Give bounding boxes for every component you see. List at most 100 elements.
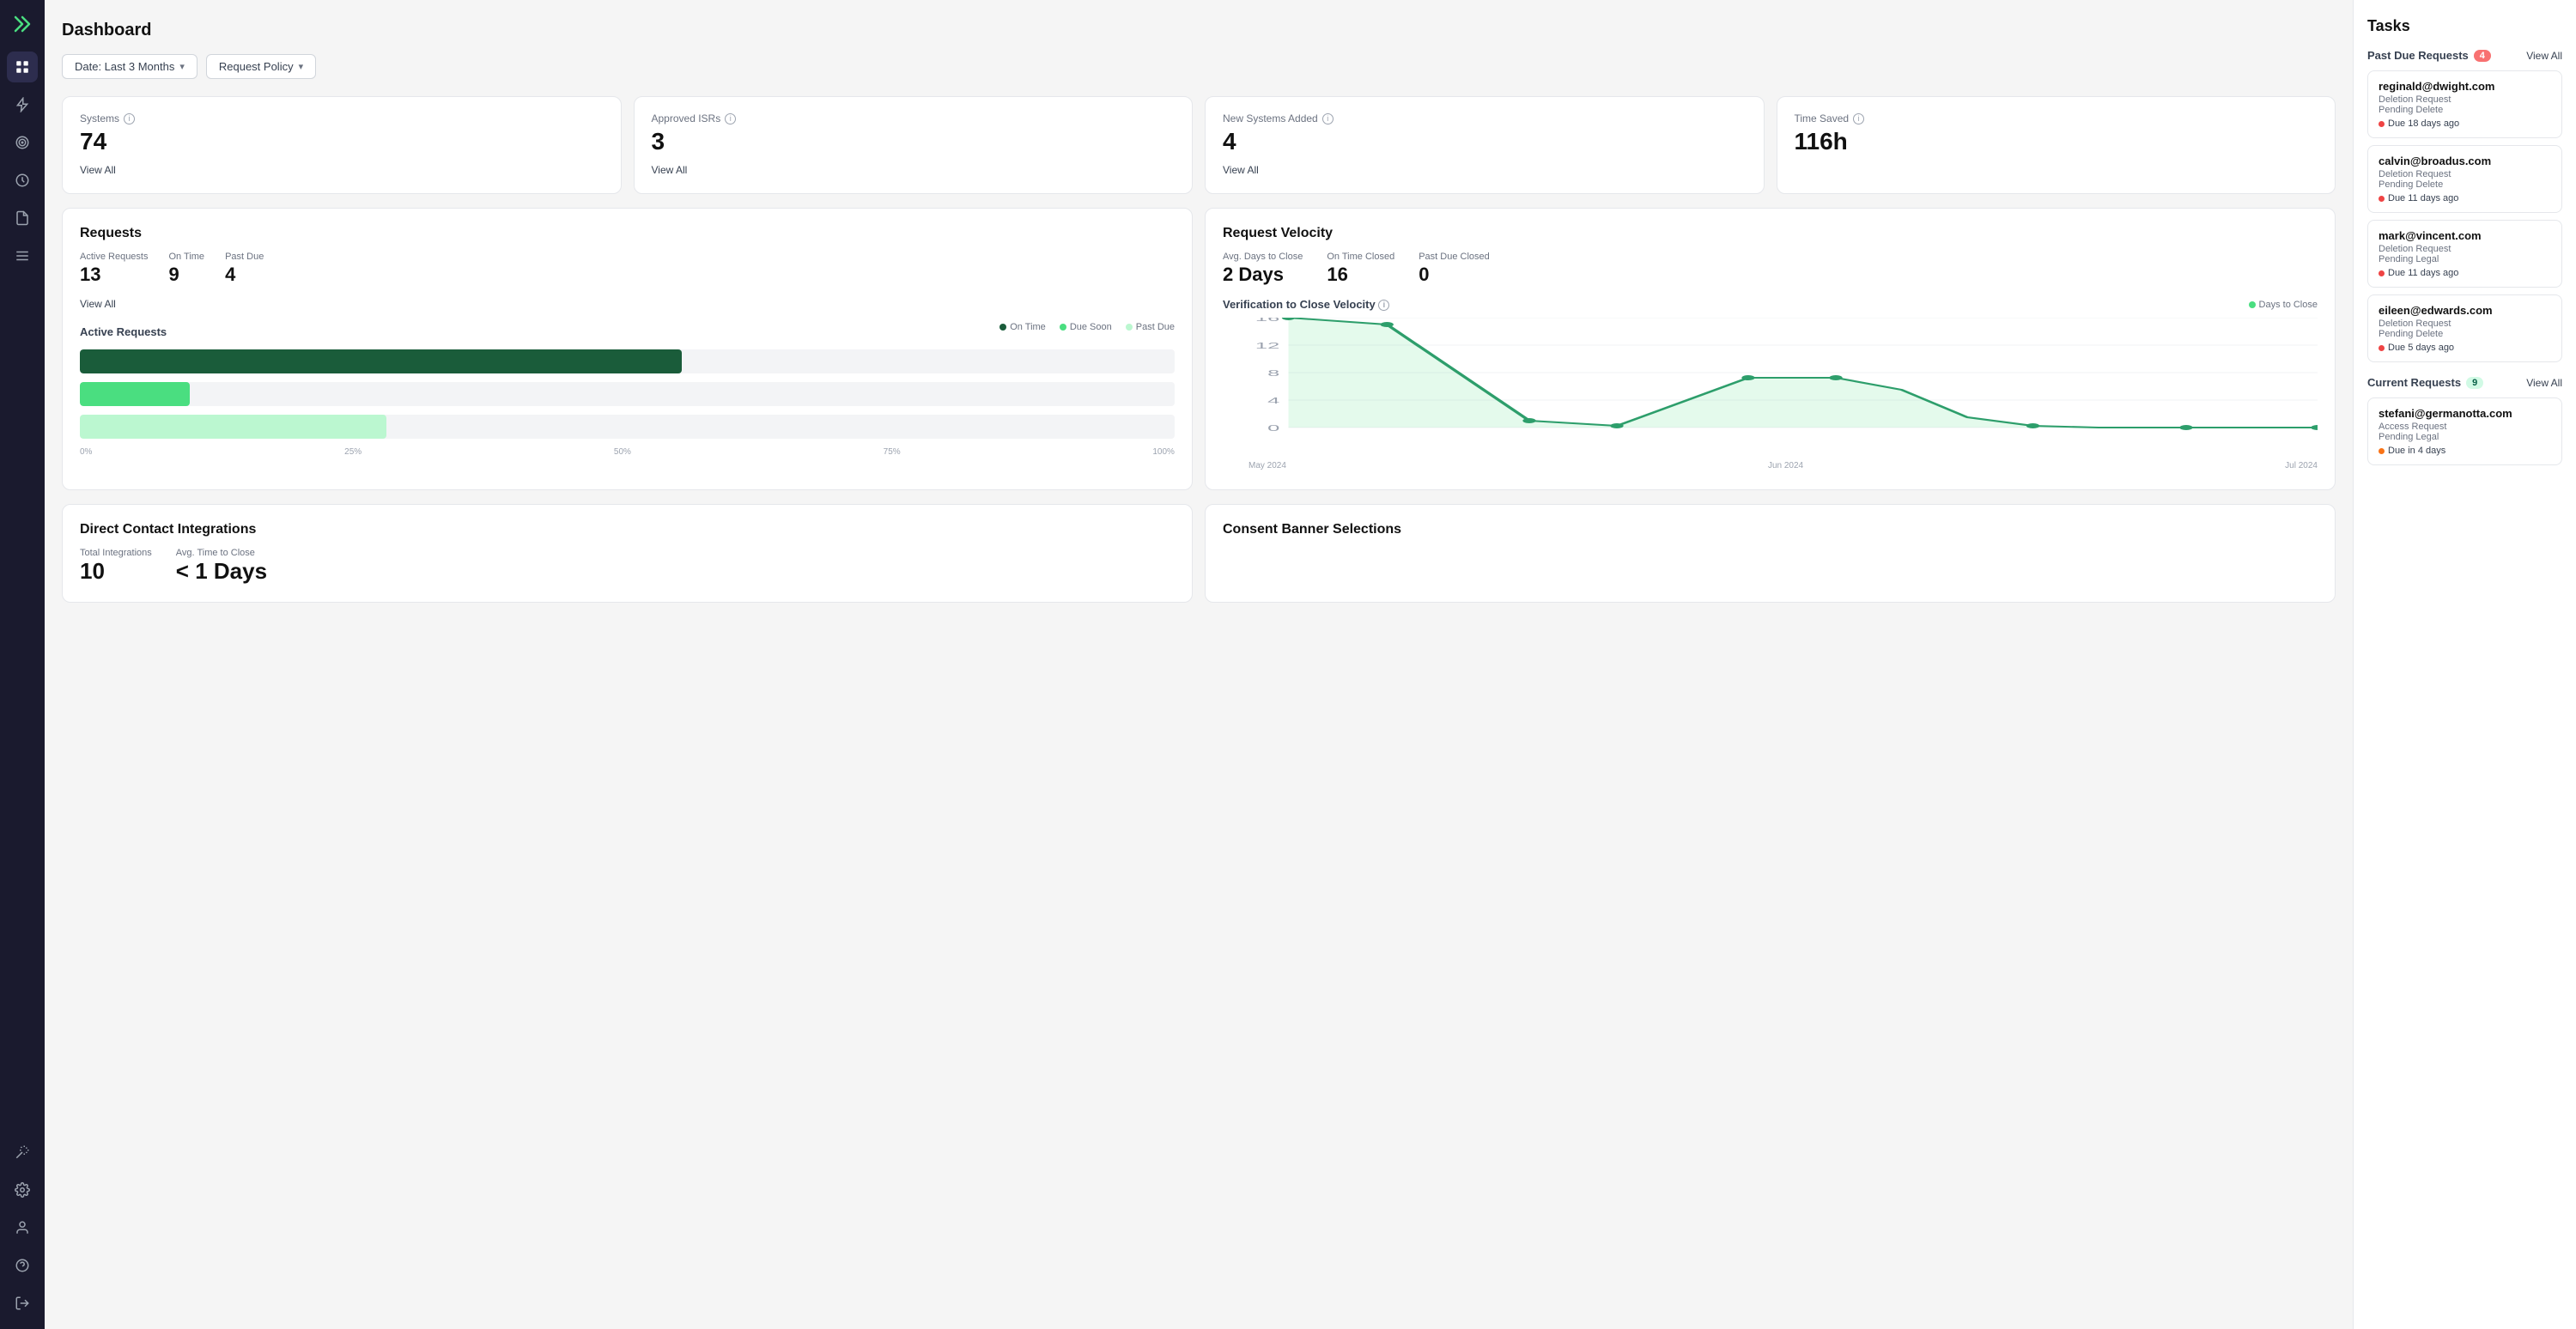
sidebar-item-target[interactable] [7,127,38,158]
chevron-down-icon: ▾ [179,61,185,72]
main-area: Dashboard Date: Last 3 Months ▾ Request … [45,0,2576,1329]
task-card-stefani: stefani@germanotta.com Access Request Pe… [2367,397,2562,465]
systems-view-all[interactable]: View All [80,164,116,176]
sidebar-item-dashboard[interactable] [7,52,38,82]
requests-view-all[interactable]: View All [80,298,116,310]
current-requests-header: Current Requests 9 View All [2367,376,2562,389]
past-due-header: Past Due Requests 4 View All [2367,49,2562,62]
requests-legend: On Time Due Soon Past Due [999,322,1175,332]
task-card-calvin: calvin@broadus.com Deletion Request Pend… [2367,145,2562,213]
date-filter[interactable]: Date: Last 3 Months ▾ [62,54,197,79]
sidebar-item-export[interactable] [7,1288,38,1319]
tasks-panel: Tasks Past Due Requests 4 View All regin… [2353,0,2576,1329]
stat-card-systems: Systems i 74 View All [62,96,622,194]
days-to-close-dot [2249,301,2256,308]
new-systems-view-all[interactable]: View All [1223,164,1259,176]
sidebar-item-wand[interactable] [7,1137,38,1168]
due-dot-red [2379,270,2385,276]
direct-integrations-title: Direct Contact Integrations [80,522,1175,537]
info-icon: i [1378,300,1389,311]
stat-card-approved-isrs: Approved ISRs i 3 View All [634,96,1194,194]
stat-card-new-systems: New Systems Added i 4 View All [1205,96,1765,194]
bar-axis: 0% 25% 50% 75% 100% [80,447,1175,457]
filters-row: Date: Last 3 Months ▾ Request Policy ▾ [62,54,2336,79]
task-card-eileen: eileen@edwards.com Deletion Request Pend… [2367,294,2562,362]
bar-fill-due-soon [80,382,190,406]
on-time-stat: On Time 9 [168,252,204,286]
legend-past-due: Past Due [1126,322,1175,332]
sidebar-item-gear[interactable] [7,1174,38,1205]
past-due-closed-stat: Past Due Closed 0 [1419,252,1490,286]
sidebar-logo[interactable] [9,10,36,38]
svg-text:12: 12 [1255,341,1279,350]
current-view-all[interactable]: View All [2526,377,2562,389]
velocity-card: Request Velocity Avg. Days to Close 2 Da… [1205,208,2336,490]
avg-time-to-close: Avg. Time to Close < 1 Days [176,548,267,585]
sidebar-item-document[interactable] [7,203,38,234]
bottom-row: Direct Contact Integrations Total Integr… [62,504,2336,603]
on-time-closed-stat: On Time Closed 16 [1327,252,1394,286]
svg-text:4: 4 [1267,396,1279,405]
total-integrations: Total Integrations 10 [80,548,152,585]
stat-card-time-saved: Time Saved i 116h [1777,96,2336,194]
past-due-view-all[interactable]: View All [2526,50,2562,62]
requests-card: Requests Active Requests 13 On Time 9 Pa… [62,208,1193,490]
sidebar [0,0,45,1329]
bar-chart: 0% 25% 50% 75% 100% [80,349,1175,457]
due-dot-red [2379,345,2385,351]
approved-isrs-view-all[interactable]: View All [652,164,688,176]
consent-banner-title: Consent Banner Selections [1223,522,2318,537]
velocity-chart-svg: 16 12 8 4 0 [1223,318,2318,455]
bar-row-due-soon [80,382,1175,406]
current-requests-label: Current Requests [2367,376,2461,389]
sidebar-item-list[interactable] [7,240,38,271]
systems-value: 74 [80,128,604,155]
legend-due-soon: Due Soon [1060,322,1112,332]
bar-row-on-time [80,349,1175,373]
due-dot-orange [2379,448,2385,454]
past-due-dot [1126,324,1133,331]
past-due-badge: 4 [2474,50,2491,62]
active-requests-stat: Active Requests 13 [80,252,148,286]
chevron-down-icon: ▾ [299,61,304,72]
due-soon-dot [1060,324,1066,331]
due-dot-red [2379,121,2385,127]
on-time-dot [999,324,1006,331]
requests-stats: Active Requests 13 On Time 9 Past Due 4 [80,252,1175,286]
tasks-title: Tasks [2367,17,2562,35]
sidebar-item-person[interactable] [7,1212,38,1243]
policy-filter[interactable]: Request Policy ▾ [206,54,316,79]
consent-banner-card: Consent Banner Selections [1205,504,2336,603]
velocity-legend: Days to Close [2249,300,2318,310]
direct-integrations-card: Direct Contact Integrations Total Integr… [62,504,1193,603]
velocity-title: Request Velocity [1223,226,2318,241]
avg-days-stat: Avg. Days to Close 2 Days [1223,252,1303,286]
content-area: Dashboard Date: Last 3 Months ▾ Request … [45,0,2353,1329]
page-title: Dashboard [62,21,2336,40]
task-card-reginald: reginald@dwight.com Deletion Request Pen… [2367,70,2562,138]
due-dot-red [2379,196,2385,202]
stat-cards-row: Systems i 74 View All Approved ISRs i 3 … [62,96,2336,194]
chart-x-axis: May 2024 Jun 2024 Jul 2024 [1223,461,2318,470]
active-requests-label: Active Requests [80,325,167,338]
new-systems-value: 4 [1223,128,1747,155]
legend-on-time: On Time [999,322,1046,332]
chart-subtitle: Verification to Close Velocity i [1223,298,1389,311]
past-due-stat: Past Due 4 [225,252,264,286]
svg-text:8: 8 [1267,368,1279,378]
sidebar-item-clock[interactable] [7,165,38,196]
svg-text:16: 16 [1255,318,1279,324]
time-saved-value: 116h [1795,128,2318,155]
task-card-mark: mark@vincent.com Deletion Request Pendin… [2367,220,2562,288]
info-icon: i [124,113,135,124]
past-due-label: Past Due Requests [2367,49,2469,62]
bar-fill-on-time [80,349,682,373]
sidebar-item-lightning[interactable] [7,89,38,120]
approved-isrs-value: 3 [652,128,1176,155]
sidebar-item-question[interactable] [7,1250,38,1281]
requests-title: Requests [80,226,1175,241]
bar-fill-past-due [80,415,386,439]
direct-integrations-stats: Total Integrations 10 Avg. Time to Close… [80,548,1175,585]
mid-row: Requests Active Requests 13 On Time 9 Pa… [62,208,2336,490]
velocity-chart-area: 16 12 8 4 0 [1223,318,2318,472]
